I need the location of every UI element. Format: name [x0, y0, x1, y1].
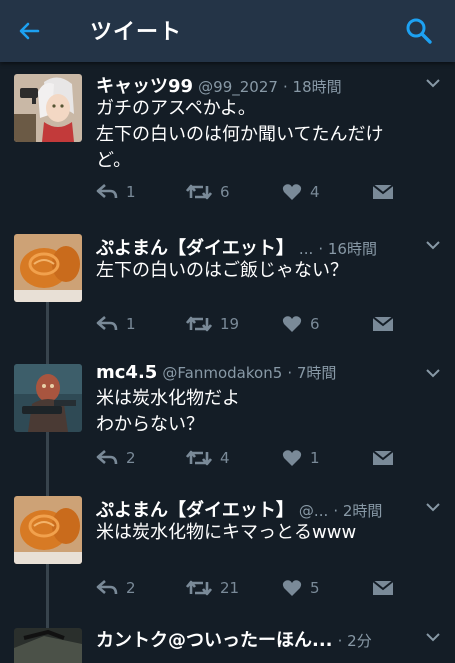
- envelope-icon: [372, 580, 394, 595]
- tweet[interactable]: ぷよまん【ダイエット】 ... · 16時間 左下の白いのはご飯じゃない？ 1 …: [0, 234, 455, 334]
- envelope-icon: [372, 450, 394, 465]
- like-button[interactable]: 1: [282, 446, 320, 470]
- tweet-header: ぷよまん【ダイエット】 @... · 2時間: [96, 496, 416, 520]
- tweet-header: キャッツ99 @99_2027 · 18時間: [96, 72, 416, 96]
- username: @99_2027: [198, 78, 278, 96]
- retweet-icon: [186, 316, 212, 332]
- tweet-text: ガチのアスペかよ。 左下の白いのは何か聞いてたんだけ ど。: [96, 96, 436, 174]
- reply-count: 1: [126, 315, 136, 333]
- retweet-count: 19: [220, 315, 240, 333]
- like-count: 6: [310, 315, 320, 333]
- display-name[interactable]: ぷよまん【ダイエット】: [96, 238, 294, 258]
- reply-count: 2: [126, 449, 136, 467]
- tweet-actions: 1 6 4: [96, 180, 406, 204]
- like-button[interactable]: 5: [282, 576, 320, 600]
- envelope-icon: [372, 316, 394, 331]
- tweet-text-line: 左下の白いのはご飯じゃない？: [96, 260, 348, 281]
- heart-icon: [282, 450, 302, 466]
- retweet-count: 6: [220, 183, 230, 201]
- retweet-count: 4: [220, 449, 230, 467]
- username: @Fanmodakon5: [162, 364, 283, 382]
- reply-button[interactable]: 1: [96, 312, 136, 336]
- retweet-button[interactable]: 19: [186, 312, 239, 336]
- tweet-text-line: ど。: [96, 150, 132, 171]
- avatar[interactable]: [14, 74, 82, 142]
- arrow-left-icon[interactable]: [14, 16, 44, 46]
- display-name[interactable]: mc4.5: [96, 362, 157, 383]
- like-button[interactable]: 6: [282, 312, 320, 336]
- dm-button[interactable]: [372, 312, 394, 336]
- username: @...: [298, 502, 329, 520]
- tweet-text-line: ガチのアスペかよ。: [96, 98, 256, 119]
- chevron-down-icon[interactable]: [423, 366, 443, 380]
- like-count: 4: [310, 183, 320, 201]
- tweet-text: 米は炭水化物だよ わからない？: [96, 386, 436, 438]
- timestamp: · 2時間: [333, 502, 383, 520]
- tweet[interactable]: カントク@ついったーほん... · 2分: [0, 626, 455, 663]
- reply-icon: [96, 450, 118, 465]
- reply-count: 1: [126, 183, 136, 201]
- tweet[interactable]: mc4.5 @Fanmodakon5 · 7時間 米は炭水化物だよ わからない？…: [0, 362, 455, 472]
- avatar[interactable]: [14, 364, 82, 432]
- tweet-actions: 2 4 1: [96, 446, 406, 470]
- timestamp: · 2分: [337, 632, 372, 650]
- page-title: ツイート: [90, 20, 183, 45]
- reply-icon: [96, 184, 118, 199]
- like-button[interactable]: 4: [282, 180, 320, 204]
- tweet-header: ぷよまん【ダイエット】 ... · 16時間: [96, 234, 416, 258]
- tweet-text: 左下の白いのはご飯じゃない？: [96, 258, 436, 284]
- tweet-text-line: わからない？: [96, 414, 204, 435]
- search-icon[interactable]: [402, 14, 436, 48]
- chevron-down-icon[interactable]: [423, 76, 443, 90]
- retweet-icon: [186, 450, 212, 466]
- reply-icon: [96, 580, 118, 595]
- reply-button[interactable]: 2: [96, 446, 136, 470]
- tweet[interactable]: キャッツ99 @99_2027 · 18時間 ガチのアスペかよ。 左下の白いのは…: [0, 72, 455, 224]
- envelope-icon: [372, 184, 394, 199]
- avatar[interactable]: [14, 628, 82, 663]
- tweet-text-line: 左下の白いのは何か聞いてたんだけ: [96, 124, 384, 145]
- display-name[interactable]: カントク@ついったーほん...: [96, 630, 333, 650]
- retweet-button[interactable]: 6: [186, 180, 230, 204]
- tweet-header: カントク@ついったーほん... · 2分: [96, 626, 416, 650]
- chevron-down-icon[interactable]: [423, 238, 443, 252]
- heart-icon: [282, 316, 302, 332]
- display-name[interactable]: キャッツ99: [96, 76, 193, 96]
- tweet-text-line: 米は炭水化物にキマっとるwww: [96, 522, 357, 543]
- heart-icon: [282, 580, 302, 596]
- dm-button[interactable]: [372, 446, 394, 470]
- retweet-button[interactable]: 21: [186, 576, 239, 600]
- tweet[interactable]: ぷよまん【ダイエット】 @... · 2時間 米は炭水化物にキマっとるwww 2…: [0, 496, 455, 600]
- avatar[interactable]: [14, 234, 82, 302]
- tweet-actions: 2 21 5: [96, 576, 406, 600]
- like-count: 5: [310, 579, 320, 597]
- timestamp: · 16時間: [318, 240, 377, 258]
- timestamp: · 7時間: [287, 364, 337, 382]
- chevron-down-icon[interactable]: [423, 500, 443, 514]
- like-count: 1: [310, 449, 320, 467]
- reply-button[interactable]: 2: [96, 576, 136, 600]
- display-name[interactable]: ぷよまん【ダイエット】: [96, 500, 294, 520]
- app-header: ツイート: [0, 0, 455, 62]
- avatar[interactable]: [14, 496, 82, 564]
- tweet-text: 米は炭水化物にキマっとるwww: [96, 520, 436, 546]
- retweet-icon: [186, 184, 212, 200]
- username: ...: [298, 240, 314, 258]
- retweet-icon: [186, 580, 212, 596]
- reply-button[interactable]: 1: [96, 180, 136, 204]
- tweet-actions: 1 19 6: [96, 312, 406, 336]
- reply-icon: [96, 316, 118, 331]
- timestamp: · 18時間: [283, 78, 342, 96]
- dm-button[interactable]: [372, 576, 394, 600]
- chevron-down-icon[interactable]: [423, 630, 443, 644]
- tweet-text-line: 米は炭水化物だよ: [96, 388, 240, 409]
- retweet-count: 21: [220, 579, 240, 597]
- tweet-header: mc4.5 @Fanmodakon5 · 7時間: [96, 362, 416, 386]
- retweet-button[interactable]: 4: [186, 446, 230, 470]
- heart-icon: [282, 184, 302, 200]
- dm-button[interactable]: [372, 180, 394, 204]
- reply-count: 2: [126, 579, 136, 597]
